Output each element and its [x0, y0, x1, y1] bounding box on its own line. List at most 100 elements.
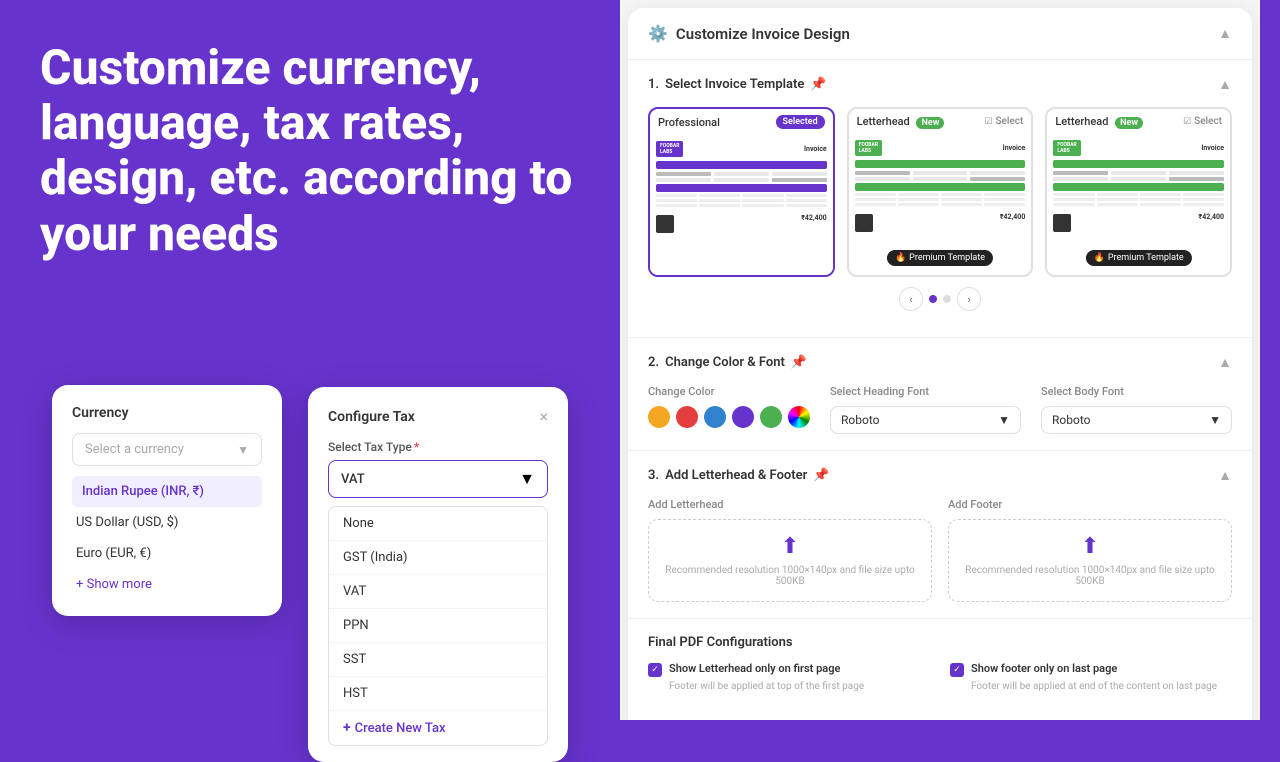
- pdf-config-grid: Show Letterhead only on first page Foote…: [648, 662, 1232, 692]
- letterhead-upload-hint: Recommended resolution 1000×140px and fi…: [663, 565, 917, 587]
- footer-upload-label: Add Footer: [948, 498, 1232, 511]
- color-swatch-red[interactable]: [676, 406, 698, 428]
- premium-badge-2: 🔥 Premium Template: [1086, 250, 1192, 266]
- pdf-config-col-1: Show Letterhead only on first page Foote…: [648, 662, 930, 692]
- template-card-letterhead-1[interactable]: Letterhead New ☑ Select FOOBARLABS In: [847, 107, 1034, 277]
- currency-option-inr[interactable]: Indian Rupee (INR, ₹): [72, 476, 262, 507]
- checkbox-letterhead-label: Show Letterhead only on first page: [669, 662, 840, 675]
- tax-dropdown: None GST (India) VAT PPN SST HST + Creat…: [328, 506, 548, 746]
- chevron-down-icon: ▼: [237, 443, 249, 457]
- footer-upload-box[interactable]: ⬆ Recommended resolution 1000×140px and …: [948, 519, 1232, 602]
- footer-upload-col: Add Footer ⬆ Recommended resolution 1000…: [948, 498, 1232, 602]
- tax-option-sst[interactable]: SST: [329, 643, 547, 677]
- currency-card-title: Currency: [72, 405, 262, 421]
- currency-select-placeholder: Select a currency: [85, 442, 184, 457]
- chevron-down-icon-font2: ▼: [1209, 413, 1221, 427]
- checkbox-row-1: Show Letterhead only on first page: [648, 662, 930, 677]
- star-icon-3: 📌: [813, 468, 829, 483]
- tax-option-none[interactable]: None: [329, 507, 547, 541]
- body-font-label: Select Body Font: [1041, 385, 1232, 398]
- pdf-config-section: Final PDF Configurations Show Letterhead…: [628, 619, 1252, 708]
- template-preview-1: FOOBARLABS Invoice: [650, 135, 833, 275]
- upload-grid: Add Letterhead ⬆ Recommended resolution …: [648, 498, 1232, 602]
- template-card-header-1: Professional Selected: [650, 109, 833, 135]
- new-badge-1: New: [916, 117, 944, 129]
- carousel-dots: ‹ ›: [648, 277, 1232, 321]
- tax-option-gst[interactable]: GST (India): [329, 541, 547, 575]
- template-card-letterhead-2[interactable]: Letterhead New ☑ Select FOOBARLABS In: [1045, 107, 1232, 277]
- premium-badge-1: 🔥 Premium Template: [887, 250, 993, 266]
- panel-header: ⚙️ Customize Invoice Design ▲: [628, 8, 1252, 60]
- currency-select-box[interactable]: Select a currency ▼: [72, 433, 262, 466]
- color-font-collapse[interactable]: ▲: [1218, 354, 1232, 371]
- mock-logo-2: FOOBARLABS: [855, 140, 882, 156]
- section-collapse-icon[interactable]: ▲: [1218, 76, 1232, 93]
- heading-font-label: Select Heading Font: [830, 385, 1021, 398]
- select-button-1[interactable]: ☑ Select: [984, 116, 1023, 127]
- show-more-currencies[interactable]: + Show more: [72, 573, 262, 596]
- template-grid: Professional Selected FOOBARLABS Invoice: [648, 107, 1232, 277]
- letterhead-title: 3. Add Letterhead & Footer 📌: [648, 468, 830, 483]
- pdf-config-title: Final PDF Configurations: [648, 635, 1232, 650]
- color-swatch-green[interactable]: [760, 406, 782, 428]
- required-marker: *: [414, 440, 419, 454]
- hero-title: Customize currency, language, tax rates,…: [40, 40, 580, 261]
- checkbox-footer-sub: Footer will be applied at end of the con…: [971, 681, 1232, 692]
- left-section: Customize currency, language, tax rates,…: [0, 0, 620, 720]
- color-swatch-multicolor[interactable]: [788, 406, 810, 428]
- color-font-section-header: 2. Change Color & Font 📌 ▲: [648, 354, 1232, 371]
- template-preview-3: FOOBARLABS Invoice: [1047, 134, 1230, 274]
- letterhead-section: 3. Add Letterhead & Footer 📌 ▲ Add Lette…: [628, 451, 1252, 619]
- collapse-icon[interactable]: ▲: [1218, 25, 1232, 42]
- tax-select-value: VAT: [341, 472, 365, 487]
- new-badge-2: New: [1115, 117, 1143, 129]
- star-icon-2: 📌: [791, 355, 807, 370]
- carousel-next[interactable]: ›: [957, 287, 981, 311]
- tax-option-vat[interactable]: VAT: [329, 575, 547, 609]
- letterhead-collapse[interactable]: ▲: [1218, 467, 1232, 484]
- color-font-title: 2. Change Color & Font 📌: [648, 355, 807, 370]
- letterhead-upload-label: Add Letterhead: [648, 498, 932, 511]
- carousel-prev[interactable]: ‹: [899, 287, 923, 311]
- body-font-select[interactable]: Roboto ▼: [1041, 406, 1232, 434]
- panel-title: Customize Invoice Design: [676, 25, 850, 43]
- tax-option-ppn[interactable]: PPN: [329, 609, 547, 643]
- tax-card: Configure Tax × Select Tax Type* VAT ▼ N…: [308, 387, 568, 762]
- template-section: 1. Select Invoice Template 📌 ▲ Professio…: [628, 60, 1252, 338]
- currency-option-usd[interactable]: US Dollar (USD, $): [72, 507, 262, 538]
- color-swatch-purple[interactable]: [732, 406, 754, 428]
- right-section: ⚙️ Customize Invoice Design ▲ 1. Select …: [620, 0, 1260, 720]
- tax-card-header: Configure Tax ×: [328, 407, 548, 426]
- chevron-down-icon: ▼: [519, 469, 535, 489]
- checkbox-letterhead[interactable]: [648, 663, 662, 677]
- color-swatch-blue[interactable]: [704, 406, 726, 428]
- select-button-2[interactable]: ☑ Select: [1183, 116, 1222, 127]
- letterhead-upload-box[interactable]: ⬆ Recommended resolution 1000×140px and …: [648, 519, 932, 602]
- close-icon[interactable]: ×: [539, 407, 548, 426]
- dot-2[interactable]: [943, 295, 951, 303]
- template-card-professional[interactable]: Professional Selected FOOBARLABS Invoice: [648, 107, 835, 277]
- footer-upload-hint: Recommended resolution 1000×140px and fi…: [963, 565, 1217, 587]
- settings-icon: ⚙️: [648, 24, 668, 43]
- section-title: 1. Select Invoice Template 📌: [648, 77, 827, 92]
- color-swatch-orange[interactable]: [648, 406, 670, 428]
- selected-badge: Selected: [776, 115, 825, 129]
- currency-option-eur[interactable]: Euro (EUR, €): [72, 538, 262, 569]
- tax-option-hst[interactable]: HST: [329, 677, 547, 711]
- color-font-section: 2. Change Color & Font 📌 ▲ Change Color: [628, 338, 1252, 451]
- section-header: 1. Select Invoice Template 📌 ▲: [648, 76, 1232, 93]
- template-card-header-2: Letterhead New ☑ Select: [849, 109, 1032, 134]
- panel-header-left: ⚙️ Customize Invoice Design: [648, 24, 850, 43]
- chevron-down-icon-font1: ▼: [998, 413, 1010, 427]
- checkbox-letterhead-sub: Footer will be applied at top of the fir…: [669, 681, 930, 692]
- star-icon: 📌: [810, 77, 826, 92]
- create-new-tax-button[interactable]: + Create New Tax: [329, 711, 547, 745]
- tax-select-box[interactable]: VAT ▼: [328, 460, 548, 498]
- checkbox-footer[interactable]: [950, 663, 964, 677]
- heading-font-select[interactable]: Roboto ▼: [830, 406, 1021, 434]
- checkbox-footer-label: Show footer only on last page: [971, 662, 1117, 675]
- invoice-panel: ⚙️ Customize Invoice Design ▲ 1. Select …: [628, 8, 1252, 720]
- dot-1[interactable]: [929, 295, 937, 303]
- upload-icon-2: ⬆: [963, 534, 1217, 559]
- body-font-group: Select Body Font Roboto ▼: [1041, 385, 1232, 434]
